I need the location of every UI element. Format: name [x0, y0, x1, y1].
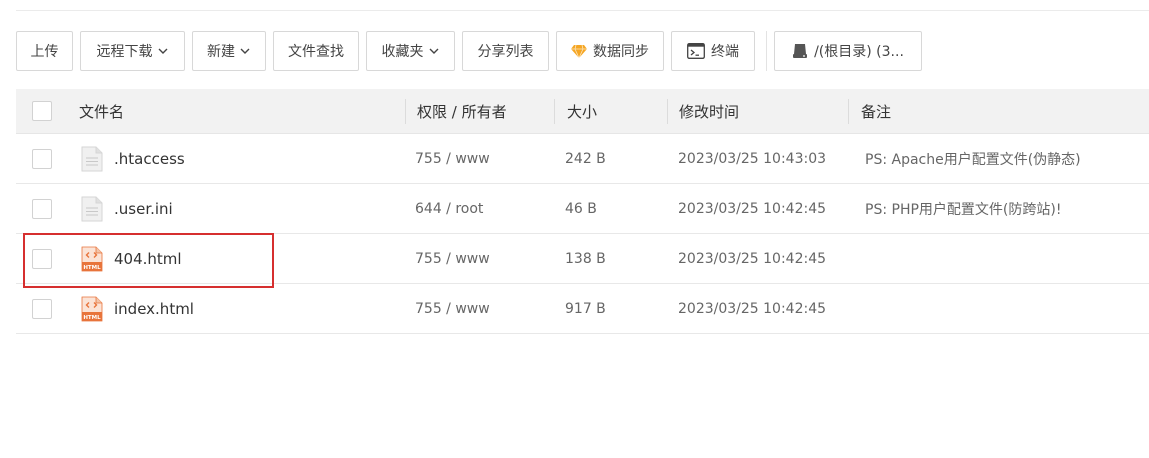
column-header-permission[interactable]: 权限 / 所有者 — [417, 89, 507, 134]
chevron-down-icon — [429, 48, 438, 54]
top-divider — [16, 10, 1149, 11]
file-modified: 2023/03/25 10:42:45 — [678, 301, 827, 317]
file-size: 917 B — [565, 301, 606, 317]
table-row[interactable]: HTML index.html 755 / www 917 B 2023/03/… — [16, 284, 1149, 334]
text-file-icon — [81, 196, 103, 221]
upload-button[interactable]: 上传 — [16, 31, 73, 71]
column-divider — [554, 99, 555, 124]
html-file-icon: HTML — [81, 246, 103, 271]
column-divider — [405, 99, 406, 124]
terminal-button[interactable]: 终端 — [671, 31, 755, 71]
file-size: 46 B — [565, 201, 597, 217]
html-badge-text: HTML — [83, 315, 101, 321]
disk-label: /(根目录) (3... — [814, 44, 904, 60]
row-checkbox[interactable] — [32, 148, 52, 169]
chevron-down-icon — [240, 48, 250, 54]
file-note[interactable]: PS: Apache用户配置文件(伪静态) — [865, 134, 1081, 184]
file-modified: 2023/03/25 10:42:45 — [678, 201, 827, 217]
terminal-label: 终端 — [711, 44, 739, 60]
file-search-button[interactable]: 文件查找 — [273, 31, 359, 71]
table-row[interactable]: HTML 404.html 755 / www 138 B 2023/03/25… — [16, 234, 1149, 284]
remote-download-label: 远程下载 — [96, 44, 153, 60]
file-search-label: 文件查找 — [288, 44, 344, 60]
file-permission[interactable]: 644 / root — [415, 184, 483, 234]
gem-icon — [571, 44, 587, 58]
column-header-note: 备注 — [861, 103, 892, 121]
file-modified: 2023/03/25 10:43:03 — [678, 151, 827, 167]
html-badge-text: HTML — [83, 265, 101, 271]
select-all-checkbox[interactable] — [32, 101, 52, 121]
share-list-label: 分享列表 — [477, 44, 534, 60]
file-size: 242 B — [565, 151, 606, 167]
file-permission[interactable]: 755 / www — [415, 234, 490, 284]
column-header-modified[interactable]: 修改时间 — [679, 89, 739, 134]
file-permission[interactable]: 755 / www — [415, 284, 490, 334]
new-label: 新建 — [207, 44, 235, 60]
file-name[interactable]: 404.html — [114, 234, 182, 284]
table-row[interactable]: .user.ini 644 / root 46 B 2023/03/25 10:… — [16, 184, 1149, 234]
file-size: 138 B — [565, 251, 606, 267]
terminal-icon — [687, 43, 705, 59]
row-checkbox[interactable] — [32, 198, 52, 219]
column-divider — [667, 99, 668, 124]
file-modified: 2023/03/25 10:42:45 — [678, 251, 827, 267]
column-divider — [848, 99, 849, 124]
remote-download-button[interactable]: 远程下载 — [80, 31, 185, 71]
file-table: 文件名 权限 / 所有者 大小 修改时间 备注 .htaccess 755 / … — [16, 89, 1149, 334]
upload-label: 上传 — [30, 44, 59, 60]
table-row[interactable]: .htaccess 755 / www 242 B 2023/03/25 10:… — [16, 134, 1149, 184]
favorites-label: 收藏夹 — [381, 44, 424, 60]
file-name[interactable]: .htaccess — [114, 134, 185, 184]
hard-drive-icon — [792, 44, 808, 58]
data-sync-button[interactable]: 数据同步 — [556, 31, 664, 71]
favorites-button[interactable]: 收藏夹 — [366, 31, 455, 71]
file-name[interactable]: .user.ini — [114, 184, 173, 234]
html-file-icon: HTML — [81, 296, 103, 321]
row-checkbox[interactable] — [32, 298, 52, 319]
column-header-name[interactable]: 文件名 — [79, 89, 124, 134]
toolbar-separator — [766, 31, 767, 71]
share-list-button[interactable]: 分享列表 — [462, 31, 549, 71]
column-header-size[interactable]: 大小 — [567, 89, 597, 134]
file-name[interactable]: index.html — [114, 284, 194, 334]
toolbar: 上传 远程下载 新建 文件查找 收藏夹 分享列表 数据同步 终端 /(根目录) … — [16, 30, 929, 72]
disk-selector-button[interactable]: /(根目录) (3... — [774, 31, 922, 71]
data-sync-label: 数据同步 — [593, 44, 649, 60]
new-button[interactable]: 新建 — [192, 31, 266, 71]
file-permission[interactable]: 755 / www — [415, 134, 490, 184]
row-checkbox[interactable] — [32, 248, 52, 269]
chevron-down-icon — [158, 48, 167, 54]
file-note[interactable]: PS: PHP用户配置文件(防跨站)! — [865, 184, 1061, 234]
table-header: 文件名 权限 / 所有者 大小 修改时间 备注 — [16, 89, 1149, 134]
text-file-icon — [81, 146, 103, 171]
